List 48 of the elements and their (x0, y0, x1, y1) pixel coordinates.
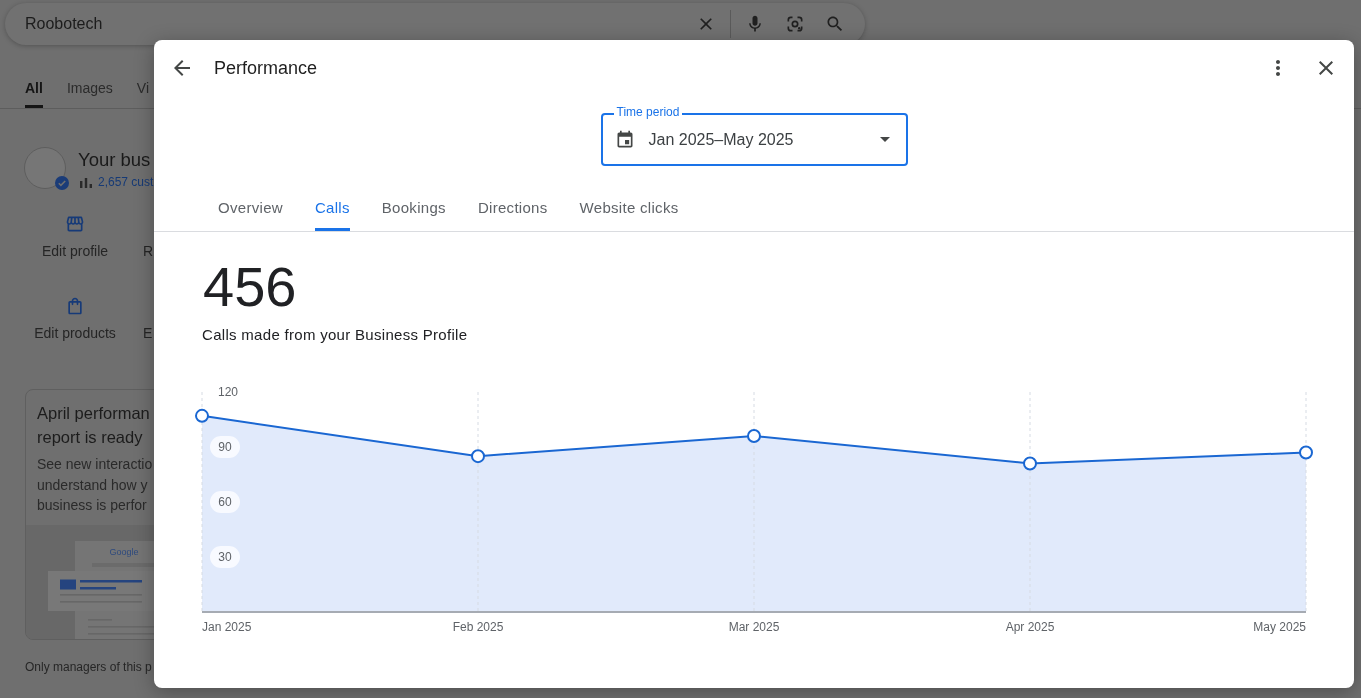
shopping-bag-icon (65, 296, 85, 316)
logo-text: Google (109, 547, 139, 557)
report-description: business is perfor (36, 496, 148, 515)
data-point (1023, 456, 1037, 471)
x-axis-label: Feb 2025 (452, 620, 504, 634)
camera-search-icon[interactable] (785, 14, 805, 34)
data-point (195, 408, 209, 423)
report-description: See new interactio (36, 455, 154, 474)
search-icon[interactable] (825, 14, 845, 34)
dialog-title: Performance (214, 57, 319, 80)
x-axis-label: Mar 2025 (728, 620, 780, 634)
time-period-label: Time period (613, 105, 683, 119)
report-title: April performan (36, 403, 151, 424)
report-description: understand how y (36, 475, 149, 495)
tab[interactable]: Website clicks (579, 185, 679, 231)
logo-placeholder (24, 147, 66, 189)
x-axis-label: Jan 2025 (202, 620, 252, 634)
customer-count-link[interactable]: 2,657 cust (98, 174, 154, 190)
business-name: Your bus (78, 148, 152, 172)
report-title: report is ready (36, 427, 144, 448)
tab[interactable]: Overview (218, 185, 283, 231)
search-tab[interactable]: Images (66, 78, 113, 108)
calls-total: 456 (203, 259, 297, 315)
x-axis-label: Apr 2025 (1005, 620, 1055, 634)
search-field[interactable]: Roobotech (25, 14, 696, 34)
search-tab[interactable]: Vi (136, 78, 149, 108)
caret-icon (879, 137, 890, 142)
y-tick-label: 60 (218, 495, 232, 509)
data-point (471, 449, 485, 464)
y-tick-label: 30 (218, 550, 232, 564)
time-period-value: Jan 2025–May 2025 (648, 129, 795, 150)
action-button[interactable]: E (143, 324, 153, 342)
bar-chart-icon (80, 176, 92, 188)
metric-caption: Calls made from your Business Profile (202, 325, 468, 345)
tab[interactable]: Calls (314, 185, 350, 231)
tab[interactable]: Directions (477, 185, 548, 231)
tab[interactable]: Bookings (381, 185, 446, 231)
y-tick-label: 90 (218, 440, 232, 454)
action-button[interactable]: Edit products (34, 296, 116, 342)
data-point (1299, 445, 1313, 460)
action-button[interactable]: Edit profile (41, 214, 109, 260)
x-axis-label: May 2025 (1253, 620, 1306, 634)
action-button[interactable]: R (143, 242, 154, 260)
footer-note: Only managers of this p (25, 659, 152, 675)
search-tab[interactable]: All (25, 78, 43, 108)
storefront-icon (65, 214, 85, 234)
data-point (747, 429, 761, 443)
y-axis-label: 120 (218, 385, 238, 399)
